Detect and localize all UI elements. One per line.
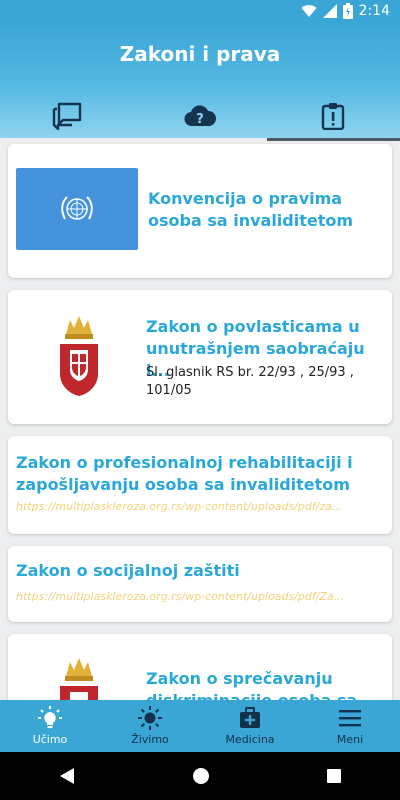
tab-laws[interactable] xyxy=(266,94,400,141)
medical-bag-icon xyxy=(240,707,260,728)
status-time: 2:14 xyxy=(358,3,390,19)
svg-text:?: ? xyxy=(196,112,204,127)
nav-meni[interactable]: Meni xyxy=(300,700,400,752)
card-url[interactable]: https://multiplaskleroza.org.rs/wp-conte… xyxy=(16,500,382,513)
menu-icon xyxy=(339,710,361,727)
un-emblem-icon xyxy=(61,196,93,220)
question-cloud-icon: ? xyxy=(184,105,216,127)
battery-icon xyxy=(342,3,353,19)
signal-icon xyxy=(322,4,337,18)
wifi-icon xyxy=(301,5,317,18)
law-card[interactable]: Zakon o profesionalnoj rehabilitaciji i … xyxy=(8,436,392,534)
home-icon[interactable] xyxy=(192,767,210,785)
status-bar: 2:14 xyxy=(0,0,400,24)
nav-label: Učimo xyxy=(32,733,68,746)
nav-label: Medicina xyxy=(225,733,275,746)
page-title: Zakoni i prava xyxy=(119,42,281,66)
nav-label: Živimo xyxy=(131,733,169,746)
nav-medicina[interactable]: Medicina xyxy=(200,700,300,752)
card-subtitle: Sl. glasnik RS br. 22/93 , 25/93 , 101/0… xyxy=(146,365,354,398)
nav-zivimo[interactable]: Živimo xyxy=(100,700,200,752)
nav-ucimo[interactable]: Učimo xyxy=(0,700,100,752)
back-icon[interactable] xyxy=(58,767,76,785)
bottom-nav: Učimo Živimo Medicina Meni xyxy=(0,700,400,752)
system-navigation-bar xyxy=(0,752,400,800)
tab-chat[interactable] xyxy=(0,94,133,138)
recents-icon[interactable] xyxy=(326,768,342,784)
nav-label: Meni xyxy=(336,733,364,746)
serbia-coat-of-arms-icon xyxy=(60,316,98,396)
serbia-coat-of-arms-icon xyxy=(60,658,98,700)
sun-icon xyxy=(138,706,162,730)
status-icons: 2:14 xyxy=(301,3,390,19)
tab-bar: ? xyxy=(0,94,400,141)
header: Zakoni i prava ? xyxy=(0,24,400,141)
un-flag-image xyxy=(16,168,138,250)
law-card[interactable]: Zakon o povlasticama u unutrašnjem saobr… xyxy=(8,290,392,424)
clipboard-alert-icon xyxy=(322,103,345,130)
tab-questions[interactable]: ? xyxy=(133,94,266,138)
card-title: Zakon o sprečavanju diskriminacije osoba… xyxy=(146,669,376,700)
card-url[interactable]: https://multiplaskleroza.org.rs/wp-conte… xyxy=(16,590,382,603)
card-title: Zakon o profesionalnoj rehabilitaciji i … xyxy=(16,453,353,494)
chat-icon xyxy=(52,102,81,130)
card-title: Zakon o socijalnoj zaštiti xyxy=(16,561,240,580)
laws-list[interactable]: Konvencija o pravima osoba sa invalidite… xyxy=(0,138,400,700)
card-title: Konvencija o pravima osoba sa invalidite… xyxy=(148,189,354,230)
law-card[interactable]: Konvencija o pravima osoba sa invalidite… xyxy=(8,144,392,278)
law-card[interactable]: Zakon o socijalnoj zaštiti https://multi… xyxy=(8,546,392,622)
law-card[interactable]: Zakon o sprečavanju diskriminacije osoba… xyxy=(8,634,392,700)
lightbulb-icon xyxy=(38,706,62,728)
